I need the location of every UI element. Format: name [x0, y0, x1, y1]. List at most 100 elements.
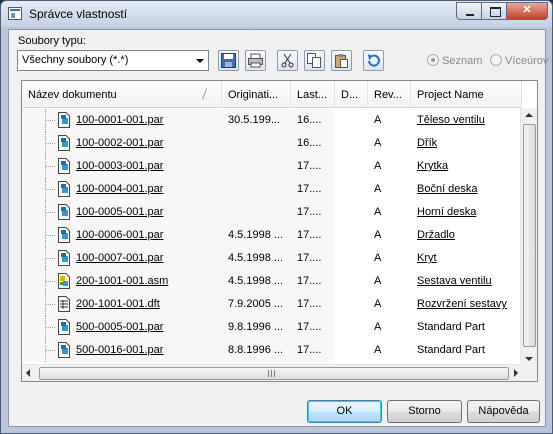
document-name-link[interactable]: 200-1001-001.asm — [76, 275, 168, 287]
column-header-origination[interactable]: Originati... — [222, 81, 291, 108]
cell-project-name[interactable]: Krytka — [411, 155, 522, 178]
document-name-link[interactable]: 100-0002-001.par — [76, 137, 163, 149]
cell-revision[interactable]: A — [368, 201, 411, 224]
cell-document-name[interactable]: 100-0004-001.par — [22, 178, 222, 201]
document-name-link[interactable]: 500-0016-001.par — [76, 344, 163, 356]
horizontal-scroll-thumb[interactable] — [39, 367, 509, 380]
cell-project-name[interactable]: Standard Part — [411, 316, 522, 339]
column-header-project-name[interactable]: Project Name — [411, 81, 522, 108]
paste-button[interactable] — [331, 50, 352, 71]
cell-origination[interactable] — [222, 132, 291, 155]
cell-origination[interactable] — [222, 155, 291, 178]
cell-d[interactable] — [335, 247, 368, 270]
cell-project-name[interactable]: Rozvržení sestavy — [411, 293, 522, 316]
cell-project-name[interactable]: Standard Part — [411, 339, 522, 362]
cell-revision[interactable]: A — [368, 316, 411, 339]
vertical-scrollbar[interactable] — [520, 108, 537, 366]
cell-origination[interactable]: 9.8.1996 ... — [222, 316, 291, 339]
cut-button[interactable] — [277, 50, 298, 71]
cell-revision[interactable]: A — [368, 178, 411, 201]
cell-document-name[interactable]: 100-0007-001.par — [22, 247, 222, 270]
file-type-select[interactable]: Všechny soubory (*.*) — [17, 50, 209, 71]
help-button[interactable]: Nápověda — [467, 400, 540, 423]
column-header-revision[interactable]: Rev... — [368, 81, 411, 108]
cell-revision[interactable]: A — [368, 132, 411, 155]
cell-document-name[interactable]: 500-0005-001.par — [22, 316, 222, 339]
table-row[interactable]: 100-0001-001.par 30.5.199... 16.... A Těleso… — [22, 109, 522, 132]
undo-button[interactable] — [363, 50, 384, 71]
table-row[interactable]: 200-1001-001.asm 4.5.1998 ... 17.... A Sesta… — [22, 270, 522, 293]
cell-last-saved[interactable]: 16.... — [291, 109, 335, 132]
cell-origination[interactable]: 4.5.1998 ... — [222, 270, 291, 293]
cell-revision[interactable]: A — [368, 155, 411, 178]
cell-project-name[interactable]: Horní deska — [411, 201, 522, 224]
column-header-name[interactable]: Název dokumentu — [22, 81, 222, 108]
cell-origination[interactable]: 4.5.1998 ... — [222, 247, 291, 270]
cell-last-saved[interactable]: 17.... — [291, 201, 335, 224]
document-list[interactable]: Název dokumentu Originati... Last... D..… — [21, 80, 538, 382]
cell-d[interactable] — [335, 270, 368, 293]
cell-revision[interactable]: A — [368, 224, 411, 247]
column-header-d[interactable]: D... — [335, 81, 368, 108]
cell-document-name[interactable]: 100-0003-001.par — [22, 155, 222, 178]
table-row[interactable]: 100-0004-001.par 17.... A Boční deska — [22, 178, 522, 201]
cell-origination[interactable] — [222, 178, 291, 201]
table-row[interactable]: 100-0003-001.par 17.... A Krytka — [22, 155, 522, 178]
cell-revision[interactable]: A — [368, 339, 411, 362]
cell-project-name[interactable]: Dřík — [411, 132, 522, 155]
save-button[interactable] — [218, 50, 239, 71]
copy-button[interactable] — [304, 50, 325, 71]
cell-last-saved[interactable]: 17.... — [291, 247, 335, 270]
document-name-link[interactable]: 200-1001-001.dft — [76, 298, 160, 310]
table-row[interactable]: 100-0005-001.par 17.... A Horní deska — [22, 201, 522, 224]
cell-d[interactable] — [335, 339, 368, 362]
cell-last-saved[interactable]: 17.... — [291, 339, 335, 362]
cell-document-name[interactable]: 100-0005-001.par — [22, 201, 222, 224]
table-row[interactable]: 100-0007-001.par 4.5.1998 ... 17.... A Kryt — [22, 247, 522, 270]
maximize-button[interactable] — [481, 2, 507, 20]
horizontal-scrollbar[interactable] — [22, 364, 522, 381]
scroll-down-icon[interactable] — [525, 357, 533, 361]
column-header-last[interactable]: Last... — [291, 81, 335, 108]
scroll-left-icon[interactable] — [26, 369, 30, 377]
ok-button[interactable]: OK — [307, 400, 382, 423]
cell-d[interactable] — [335, 178, 368, 201]
cell-d[interactable] — [335, 224, 368, 247]
cell-project-name[interactable]: Kryt — [411, 247, 522, 270]
cell-d[interactable] — [335, 132, 368, 155]
document-name-link[interactable]: 500-0005-001.par — [76, 321, 163, 333]
table-row[interactable]: 100-0002-001.par 16.... A Dřík — [22, 132, 522, 155]
scroll-right-icon[interactable] — [514, 369, 518, 377]
minimize-button[interactable] — [456, 2, 482, 20]
cell-last-saved[interactable]: 17.... — [291, 178, 335, 201]
cell-revision[interactable]: A — [368, 109, 411, 132]
view-list-radio[interactable]: Seznam — [427, 54, 482, 67]
cell-d[interactable] — [335, 109, 368, 132]
cell-d[interactable] — [335, 201, 368, 224]
cell-document-name[interactable]: 200-1001-001.asm — [22, 270, 222, 293]
cell-document-name[interactable]: 500-0016-001.par — [22, 339, 222, 362]
cell-d[interactable] — [335, 316, 368, 339]
cell-revision[interactable]: A — [368, 270, 411, 293]
document-name-link[interactable]: 100-0004-001.par — [76, 183, 163, 195]
title-bar[interactable]: Správce vlastností ✕ — [1, 1, 552, 27]
document-name-link[interactable]: 100-0003-001.par — [76, 160, 163, 172]
cell-document-name[interactable]: 200-1001-001.dft — [22, 293, 222, 316]
document-name-link[interactable]: 100-0005-001.par — [76, 206, 163, 218]
print-button[interactable] — [245, 50, 266, 71]
vertical-scroll-thumb[interactable] — [523, 124, 536, 347]
cell-last-saved[interactable]: 17.... — [291, 224, 335, 247]
cell-last-saved[interactable]: 17.... — [291, 270, 335, 293]
cell-last-saved[interactable]: 17.... — [291, 155, 335, 178]
table-row[interactable]: 500-0016-001.par 8.8.1996 ... 17.... A Stand… — [22, 339, 522, 362]
cell-revision[interactable]: A — [368, 293, 411, 316]
cell-last-saved[interactable]: 16.... — [291, 132, 335, 155]
cell-origination[interactable] — [222, 201, 291, 224]
document-name-link[interactable]: 100-0006-001.par — [76, 229, 163, 241]
chevron-down-icon[interactable] — [192, 51, 208, 70]
cell-revision[interactable]: A — [368, 247, 411, 270]
cancel-button[interactable]: Storno — [387, 400, 462, 423]
cell-origination[interactable]: 30.5.199... — [222, 109, 291, 132]
cell-document-name[interactable]: 100-0002-001.par — [22, 132, 222, 155]
table-row[interactable]: 100-0006-001.par 4.5.1998 ... 17.... A Držad… — [22, 224, 522, 247]
